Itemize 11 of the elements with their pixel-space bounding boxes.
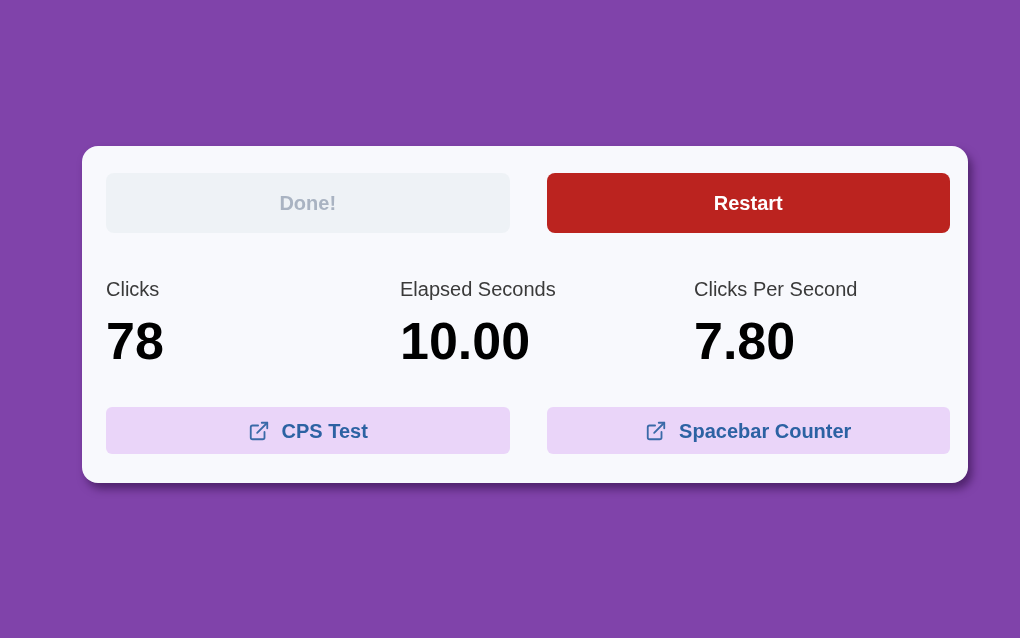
stat-value: 10.00 xyxy=(400,313,531,369)
link-button[interactable]: CPS Test xyxy=(106,407,510,454)
stat-value: 7.80 xyxy=(694,313,796,369)
external-link-icon xyxy=(247,419,270,442)
link-button[interactable]: Spacebar Counter xyxy=(546,407,950,454)
stat-value: 78 xyxy=(106,313,164,369)
stat-label: Clicks xyxy=(106,277,160,301)
external-link-icon xyxy=(645,419,668,442)
restart-button[interactable]: Restart xyxy=(546,173,950,233)
stat-label: Elapsed Seconds xyxy=(400,277,556,301)
stat-label: Clicks Per Second xyxy=(694,277,858,301)
